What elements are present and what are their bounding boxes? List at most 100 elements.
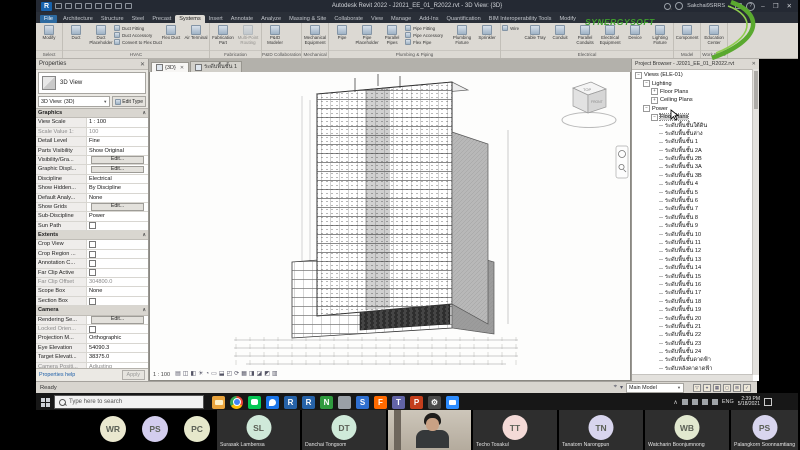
properties-section-extents[interactable]: Extents ∧ bbox=[36, 231, 148, 241]
ribbon-tab-precast[interactable]: Precast bbox=[148, 15, 175, 23]
edit-button[interactable]: Edit... bbox=[91, 165, 144, 174]
type-selector[interactable]: 3D View bbox=[38, 72, 146, 94]
active-workset-dropdown[interactable]: Main Model ▼ bbox=[626, 382, 684, 393]
property-value[interactable]: None bbox=[87, 287, 148, 295]
tree-item-10[interactable]: ระดับพื้นชั้น 10 bbox=[632, 230, 759, 238]
tree-item-13[interactable]: ระดับพื้นชั้น 13 bbox=[632, 256, 759, 264]
ribbon-tab-manage[interactable]: Manage bbox=[387, 15, 415, 23]
view-selector-dropdown[interactable]: 3D View: (3D) ▼ bbox=[38, 96, 111, 107]
property-value[interactable]: 54090.3 bbox=[87, 344, 148, 352]
property-value[interactable]: Fine bbox=[87, 137, 148, 145]
network-icon[interactable] bbox=[701, 399, 708, 405]
taskbar-app-app-gray[interactable] bbox=[338, 395, 351, 409]
action-center-icon[interactable] bbox=[764, 398, 772, 406]
edit-type-button[interactable]: Edit Type bbox=[112, 96, 146, 107]
checkbox[interactable] bbox=[89, 297, 96, 305]
ribbon-button-air-terminal[interactable]: Air Terminal bbox=[184, 24, 208, 50]
ribbon-tab-steel[interactable]: Steel bbox=[128, 15, 149, 23]
tree-expand-icon[interactable]: + bbox=[651, 96, 658, 104]
undo-icon[interactable] bbox=[75, 3, 82, 9]
browser-h-scrollbar[interactable] bbox=[632, 374, 753, 381]
tree-item-2a[interactable]: ระดับพื้นชั้น 2A bbox=[632, 147, 759, 155]
print-icon[interactable] bbox=[95, 3, 102, 9]
tree-item-2b[interactable]: ระดับพื้นชั้น 2B bbox=[632, 155, 759, 163]
measure-icon[interactable] bbox=[105, 3, 112, 9]
tree-item-16[interactable]: ระดับพื้นชั้น 16 bbox=[632, 281, 759, 289]
tree-expand-icon[interactable]: + bbox=[651, 88, 658, 96]
tree-item-3a[interactable]: ระดับพื้นชั้น 3A bbox=[632, 163, 759, 171]
checkbox[interactable] bbox=[89, 222, 96, 230]
close-view-icon[interactable]: ✕ bbox=[180, 65, 184, 71]
tree-item-24[interactable]: ระดับพื้นชั้น 24 bbox=[632, 348, 759, 356]
ribbon-button-flex-pipe[interactable]: Flex Pipe bbox=[405, 39, 449, 45]
help-icon[interactable]: ? bbox=[746, 1, 756, 11]
ribbon-button-device[interactable]: Device bbox=[623, 24, 647, 50]
crop-region-icon[interactable]: ◰ bbox=[226, 371, 232, 378]
tree-item-level-34[interactable]: ระดับพื้นชั้นดาดฟ้า bbox=[632, 356, 759, 364]
taskbar-app-line[interactable] bbox=[248, 395, 261, 412]
tree-item-11[interactable]: ระดับพื้นชั้น 11 bbox=[632, 239, 759, 247]
participant-tile-danchai-tongsom[interactable]: DT Danchai Tongsom bbox=[302, 410, 388, 450]
ribbon-button-p-id-modeler[interactable]: P&ID Modeler bbox=[263, 24, 287, 50]
tree-expand-icon[interactable]: − bbox=[643, 105, 650, 113]
taskbar-app-file-explorer[interactable] bbox=[212, 395, 225, 412]
ribbon-button-cable-tray[interactable]: Cable Tray bbox=[523, 24, 547, 50]
taskbar-app-settings[interactable]: ⚙ bbox=[428, 395, 441, 409]
tree-item-17[interactable]: ระดับพื้นชั้น 17 bbox=[632, 289, 759, 297]
tree-item-power[interactable]: − Power bbox=[632, 105, 759, 113]
property-value[interactable]: 304800.0 bbox=[87, 278, 148, 286]
edit-button[interactable]: Edit... bbox=[91, 156, 144, 165]
tree-item-8[interactable]: ระดับพื้นชั้น 8 bbox=[632, 214, 759, 222]
reveal-icon[interactable]: ◩ bbox=[264, 371, 270, 378]
filter-icon[interactable]: ▽ bbox=[693, 383, 701, 392]
tree-item-6[interactable]: ระดับพื้นชั้น 6 bbox=[632, 197, 759, 205]
ribbon-tab-collaborate[interactable]: Collaborate bbox=[330, 15, 367, 23]
language-indicator[interactable]: ENG bbox=[722, 399, 734, 405]
taskbar-app-foxit[interactable]: F bbox=[374, 395, 387, 409]
taskbar-app-messenger[interactable] bbox=[266, 395, 279, 412]
participant-avatar-ps[interactable]: PS bbox=[142, 416, 168, 442]
taskbar-app-powerpoint[interactable]: P bbox=[410, 395, 423, 409]
ribbon-button-pipe-fitting[interactable]: Pipe Fitting bbox=[405, 25, 449, 31]
tree-item-floor-plans[interactable]: + Floor Plans bbox=[632, 88, 759, 96]
save-icon[interactable] bbox=[65, 3, 72, 9]
tree-item-level-6[interactable]: ระดับพื้นชั้นใต้ดิน bbox=[632, 121, 759, 129]
tree-item-level-35[interactable]: ระดับหลังคาดาดฟ้า bbox=[632, 365, 759, 373]
ribbon-button-education-center[interactable]: Education Center bbox=[702, 24, 726, 50]
tree-item-1[interactable]: ระดับพื้นชั้น 1 bbox=[632, 138, 759, 146]
participant-tile-palangkorn-soonnamtiang[interactable]: PS Palangkorn Soonnamtiang bbox=[731, 410, 800, 450]
ribbon-tab-annotate[interactable]: Annotate bbox=[227, 15, 257, 23]
ribbon-button-duct-placeholder[interactable]: Duct Placeholder bbox=[89, 24, 113, 50]
drag-elements-icon[interactable]: ✓ bbox=[743, 383, 751, 392]
tree-item-views-ele-01[interactable]: − Views (ELE-01) bbox=[632, 71, 759, 79]
ribbon-button-electrical-equipment[interactable]: Electrical Equipment bbox=[598, 24, 622, 50]
properties-section-graphics[interactable]: Graphics ∧ bbox=[36, 109, 148, 119]
ribbon-button-convert-to-flex-duct[interactable]: Convert to Flex Duct bbox=[114, 39, 162, 45]
taskbar-app-chrome[interactable] bbox=[230, 395, 243, 412]
tree-item-5[interactable]: ระดับพื้นชั้น 5 bbox=[632, 188, 759, 196]
ribbon-button-pipe-accessory[interactable]: Pipe Accessory bbox=[405, 32, 449, 38]
tree-item-20[interactable]: ระดับพื้นชั้น 20 bbox=[632, 314, 759, 322]
ribbon-tab-view[interactable]: View bbox=[367, 15, 387, 23]
cloud-icon[interactable] bbox=[681, 399, 688, 405]
worksharing-icon[interactable]: ⌖ bbox=[614, 384, 617, 391]
rewind-icon[interactable]: ▦ bbox=[241, 371, 247, 378]
ribbon-button-pipe-placeholder[interactable]: Pipe Placeholder bbox=[355, 24, 379, 50]
ribbon-tab-analyze[interactable]: Analyze bbox=[257, 15, 285, 23]
property-value[interactable]: Orthographic bbox=[87, 334, 148, 342]
tree-item-floor-plans[interactable]: − Floor Plans bbox=[632, 113, 759, 122]
ribbon-tab-file[interactable]: File bbox=[40, 15, 58, 23]
editable-only-icon[interactable]: ▾ bbox=[620, 384, 623, 391]
mic-icon[interactable] bbox=[691, 399, 698, 405]
ribbon-button-duct[interactable]: Duct bbox=[64, 24, 88, 50]
ribbon-tab-insert[interactable]: Insert bbox=[205, 15, 227, 23]
checkbox[interactable] bbox=[89, 250, 96, 258]
edit-button[interactable]: Edit... bbox=[91, 203, 144, 211]
tree-item-14[interactable]: ระดับพื้นชั้น 14 bbox=[632, 264, 759, 272]
ribbon-button-fabrication-part[interactable]: Fabrication Part bbox=[211, 24, 235, 50]
property-value[interactable]: 1 : 100 bbox=[87, 118, 148, 126]
3d-view-canvas[interactable]: TOP FRONT 1 : 100 ▤ ◫ ◧ ☀ ◔ ▭ ⬓ ◰ ⟳ ▦ ◨ … bbox=[149, 72, 631, 381]
tree-item-23[interactable]: ระดับพื้นชั้น 23 bbox=[632, 340, 759, 348]
camera-icon[interactable]: ◨ bbox=[249, 371, 255, 378]
minimize-button[interactable]: – bbox=[759, 3, 767, 10]
